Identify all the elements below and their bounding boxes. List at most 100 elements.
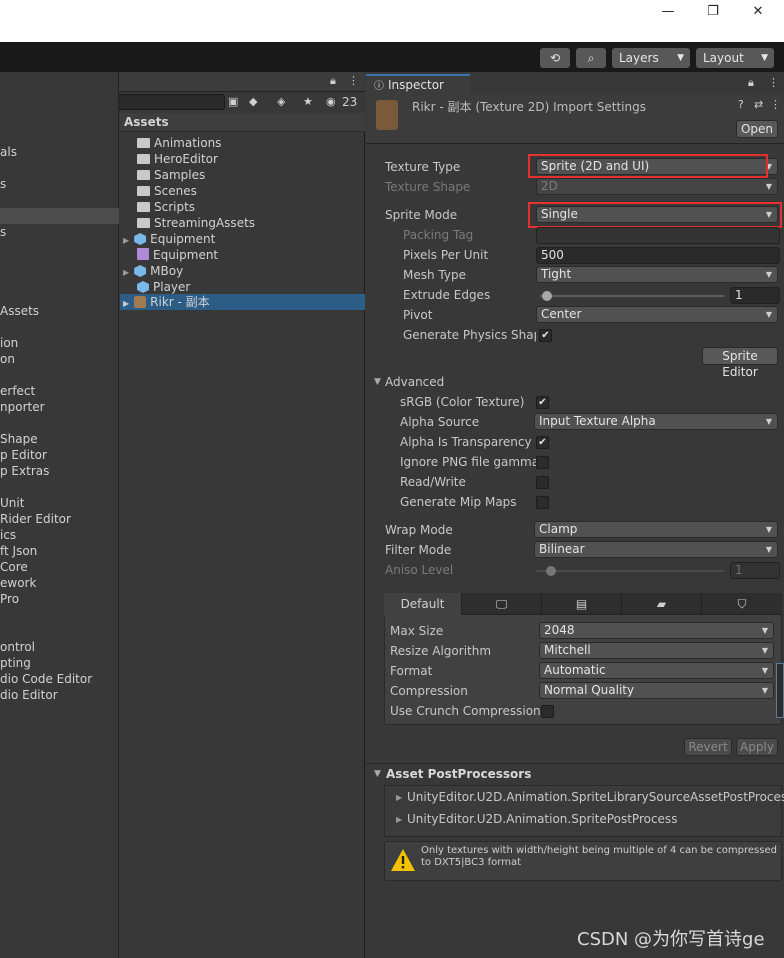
list-item[interactable]: Equipment xyxy=(120,247,365,263)
tree-item[interactable]: Rider Editor xyxy=(0,512,71,526)
asset-postprocessors-foldout[interactable]: Asset PostProcessors xyxy=(386,767,531,781)
list-item[interactable]: StreamingAssets xyxy=(120,215,365,231)
tree-item[interactable]: ics xyxy=(0,528,16,542)
tree-item[interactable]: Pro xyxy=(0,592,19,606)
packing-tag-input[interactable] xyxy=(536,227,780,244)
ignore-png-gamma-checkbox[interactable] xyxy=(536,456,549,469)
highlight-box xyxy=(528,154,768,178)
extrude-edges-slider[interactable] xyxy=(540,295,724,297)
tab-server[interactable]: ▤ xyxy=(542,593,622,615)
expand-arrow-icon[interactable]: ▶ xyxy=(396,815,402,824)
search-by-type-icon[interactable]: ▣ xyxy=(228,95,238,108)
tree-item[interactable]: p Extras xyxy=(0,464,49,478)
tree-item[interactable]: on xyxy=(0,352,15,366)
apply-button[interactable]: Apply xyxy=(736,738,778,756)
tree-item[interactable]: Assets xyxy=(0,304,39,318)
slider-handle[interactable] xyxy=(546,566,556,576)
crunch-compression-checkbox[interactable] xyxy=(541,705,554,718)
tree-item[interactable]: p Editor xyxy=(0,448,47,462)
list-item[interactable]: Player xyxy=(120,279,365,295)
format-dropdown[interactable]: Automatic ▼ xyxy=(539,662,774,679)
tree-item[interactable]: ion xyxy=(0,336,18,350)
generate-mip-maps-checkbox[interactable] xyxy=(536,496,549,509)
sprite-editor-button[interactable]: Sprite Editor xyxy=(702,347,778,379)
tree-item[interactable]: s xyxy=(0,225,6,239)
minimize-button[interactable]: — xyxy=(656,4,680,20)
list-item[interactable]: HeroEditor xyxy=(120,151,365,167)
tree-item[interactable]: Unit xyxy=(0,496,24,510)
preset-icon[interactable]: ⇄ xyxy=(754,98,763,111)
tab-default[interactable]: Default xyxy=(384,593,462,615)
hidden-packages-icon[interactable]: ◉ xyxy=(326,95,336,108)
maximize-button[interactable]: ❐ xyxy=(701,4,725,20)
tree-item[interactable]: nporter xyxy=(0,400,45,414)
wrap-mode-dropdown[interactable]: Clamp ▼ xyxy=(534,521,778,538)
tab-webgl[interactable]: ⛉ xyxy=(702,593,782,615)
tab-standalone[interactable]: 🖵︎ xyxy=(462,593,542,615)
layout-dropdown[interactable]: Layout ▼ xyxy=(696,48,774,68)
tree-item[interactable]: Shape xyxy=(0,432,38,446)
list-item[interactable]: Samples xyxy=(120,167,365,183)
compression-dropdown[interactable]: Normal Quality ▼ xyxy=(539,682,774,699)
alpha-source-dropdown[interactable]: Input Texture Alpha ▼ xyxy=(534,413,778,430)
aniso-level-input[interactable]: 1 xyxy=(730,562,780,579)
list-item[interactable]: ▶ Equipment xyxy=(120,231,365,247)
advanced-foldout[interactable]: Advanced xyxy=(385,375,444,389)
foldout-arrow-icon[interactable]: ▼ xyxy=(374,377,381,387)
postprocessor-item[interactable]: UnityEditor.U2D.Animation.SpritePostProc… xyxy=(407,812,677,826)
tree-item[interactable]: ontrol xyxy=(0,640,35,654)
tree-item[interactable]: als xyxy=(0,145,17,159)
label-icon[interactable]: ◈ xyxy=(277,95,285,108)
tree-item[interactable]: erfect xyxy=(0,384,35,398)
close-button[interactable]: ✕ xyxy=(746,4,770,20)
tree-item[interactable]: s xyxy=(0,177,6,191)
max-size-dropdown[interactable]: 2048 ▼ xyxy=(539,622,774,639)
expand-arrow-icon[interactable]: ▶ xyxy=(123,268,129,277)
pivot-dropdown[interactable]: Center ▼ xyxy=(536,306,778,323)
more-options-icon[interactable]: ⋮ xyxy=(770,98,781,111)
srgb-checkbox[interactable]: ✔ xyxy=(536,396,549,409)
aniso-level-slider[interactable] xyxy=(536,570,724,572)
filter-mode-dropdown[interactable]: Bilinear ▼ xyxy=(534,541,778,558)
help-icon[interactable]: ? xyxy=(738,98,744,111)
tree-item[interactable]: dio Editor xyxy=(0,688,58,702)
extrude-edges-input[interactable]: 1 xyxy=(730,287,780,304)
more-options-icon[interactable]: ⋮ xyxy=(348,74,359,87)
layers-dropdown[interactable]: Layers ▼ xyxy=(612,48,690,68)
search-by-label-icon[interactable]: ◆ xyxy=(249,95,257,108)
generate-physics-shape-checkbox[interactable]: ✔ xyxy=(539,329,552,342)
tree-item[interactable]: ework xyxy=(0,576,36,590)
tree-item[interactable]: ft Json xyxy=(0,544,37,558)
tree-item[interactable]: dio Code Editor xyxy=(0,672,92,686)
list-item[interactable]: Scripts xyxy=(120,199,365,215)
expand-arrow-icon[interactable]: ▶ xyxy=(123,299,129,308)
lock-icon[interactable]: 🔒︎ xyxy=(748,76,754,90)
list-item[interactable]: ▶ MBoy xyxy=(120,263,365,279)
slider-handle[interactable] xyxy=(542,291,552,301)
expand-arrow-icon[interactable]: ▶ xyxy=(396,793,402,802)
assets-breadcrumb[interactable]: Assets xyxy=(120,113,365,132)
mesh-type-dropdown[interactable]: Tight ▼ xyxy=(536,266,778,283)
pixels-per-unit-input[interactable]: 500 xyxy=(536,247,780,264)
list-item[interactable]: Scenes xyxy=(120,183,365,199)
favorite-star-icon[interactable]: ★ xyxy=(303,95,313,108)
tree-item[interactable]: pting xyxy=(0,656,31,670)
resize-algorithm-dropdown[interactable]: Mitchell ▼ xyxy=(539,642,774,659)
list-item[interactable]: Animations xyxy=(120,135,365,151)
foldout-arrow-icon[interactable]: ▼ xyxy=(374,769,381,779)
list-item-selected[interactable]: ▶ Rikr - 副本 xyxy=(120,294,365,310)
tab-android[interactable]: ▰ xyxy=(622,593,702,615)
postprocessor-item[interactable]: UnityEditor.U2D.Animation.SpriteLibraryS… xyxy=(407,790,784,804)
open-button[interactable]: Open xyxy=(736,120,778,138)
expand-arrow-icon[interactable]: ▶ xyxy=(123,236,129,245)
history-button[interactable]: ⟲ xyxy=(540,48,570,68)
read-write-checkbox[interactable] xyxy=(536,476,549,489)
texture-shape-dropdown[interactable]: 2D ▼ xyxy=(536,178,778,195)
tab-inspector[interactable]: ⓘ Inspector xyxy=(366,74,470,94)
more-options-icon[interactable]: ⋮ xyxy=(768,76,779,89)
search-button[interactable]: ⌕ xyxy=(576,48,606,68)
tree-item[interactable]: Core xyxy=(0,560,28,574)
alpha-is-transparency-checkbox[interactable]: ✔ xyxy=(536,436,549,449)
lock-icon[interactable]: 🔒︎ xyxy=(330,74,336,88)
revert-button[interactable]: Revert xyxy=(684,738,732,756)
